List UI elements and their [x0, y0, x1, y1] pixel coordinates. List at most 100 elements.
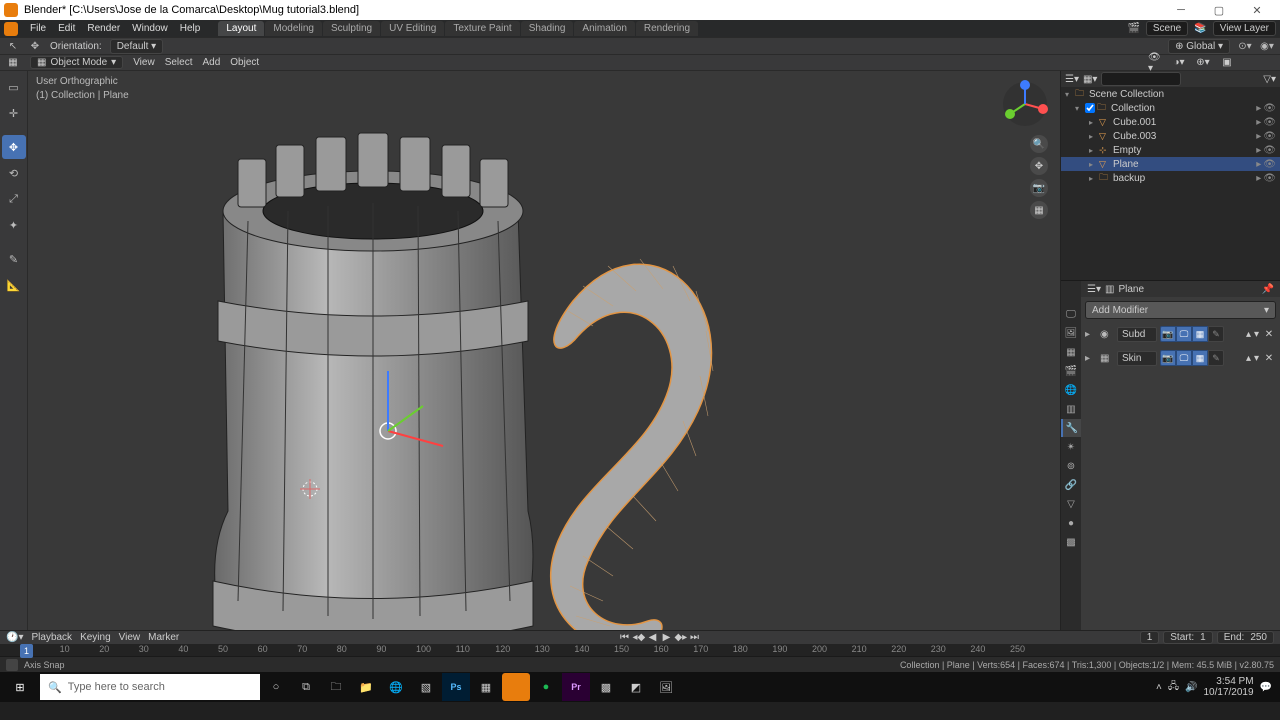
move-tool-icon[interactable]: ✥: [28, 39, 42, 53]
tab-animation[interactable]: Animation: [574, 21, 634, 36]
orientation-dropdown[interactable]: Default ▾: [110, 39, 164, 54]
explorer-icon[interactable]: 🗀: [322, 673, 350, 701]
measure-tool[interactable]: 📐: [2, 273, 26, 297]
playhead[interactable]: 1: [20, 644, 33, 658]
snap-icon[interactable]: ⊙▾: [1238, 39, 1252, 53]
tab-modifier-icon[interactable]: 🔧: [1061, 419, 1081, 437]
tab-shading[interactable]: Shading: [521, 21, 574, 36]
outliner-collection[interactable]: ▾🗀Collection ▸👁: [1061, 101, 1280, 115]
props-editor-icon[interactable]: ☰▾: [1087, 284, 1101, 295]
app2-icon[interactable]: ▧: [412, 673, 440, 701]
taskbar-search[interactable]: 🔍 Type here to search: [40, 674, 260, 700]
tab-texture-icon[interactable]: ▩: [1061, 533, 1081, 551]
app3-icon[interactable]: ▦: [472, 673, 500, 701]
hide-icon[interactable]: 👁: [1263, 103, 1276, 114]
perspective-icon[interactable]: ▦: [1030, 201, 1048, 219]
tl-keying[interactable]: Keying: [80, 632, 111, 643]
app6-icon[interactable]: 🖼: [652, 673, 680, 701]
outliner-scene-collection[interactable]: ▾🗀Scene Collection: [1061, 87, 1280, 101]
tl-marker[interactable]: Marker: [148, 632, 179, 643]
chrome-icon[interactable]: 🌐: [382, 673, 410, 701]
tab-render-icon[interactable]: 🖵: [1061, 305, 1081, 323]
menu-file[interactable]: File: [24, 23, 52, 34]
zoom-icon[interactable]: 🔍: [1030, 135, 1048, 153]
collection-checkbox[interactable]: [1085, 103, 1095, 113]
viewlayer-field[interactable]: View Layer: [1213, 21, 1276, 36]
blender-taskbar-icon[interactable]: [502, 673, 530, 701]
tab-material-icon[interactable]: ●: [1061, 514, 1081, 532]
outliner-item[interactable]: ▸▽Plane▸👁: [1061, 157, 1280, 171]
gizmo-icon[interactable]: ◑▾: [1172, 56, 1186, 70]
jump-end-icon[interactable]: ⏭: [688, 632, 700, 643]
notifications-icon[interactable]: 💬: [1260, 682, 1272, 693]
jump-start-icon[interactable]: ⏮: [618, 632, 630, 643]
tab-sculpting[interactable]: Sculpting: [323, 21, 380, 36]
timeline-editor-icon[interactable]: 🕐▾: [6, 632, 23, 643]
filter-icon[interactable]: ▽▾: [1263, 74, 1276, 85]
selectability-icon[interactable]: 👁▾: [1148, 56, 1162, 70]
menu-help[interactable]: Help: [174, 23, 207, 34]
outliner-search-input[interactable]: [1101, 72, 1181, 86]
tab-constraints-icon[interactable]: 🔗: [1061, 476, 1081, 494]
proportional-icon[interactable]: ◉▾: [1260, 39, 1274, 53]
timeline-ruler[interactable]: 1 10203040506070809010011012013014015016…: [0, 644, 1280, 656]
outliner-display-icon[interactable]: ▦▾: [1083, 74, 1097, 85]
menu-edit[interactable]: Edit: [52, 23, 81, 34]
exclude-icon[interactable]: ▸: [1256, 103, 1261, 114]
tab-scene-icon[interactable]: 🎬: [1061, 362, 1081, 380]
select-tool[interactable]: ▭: [2, 75, 26, 99]
menu-add[interactable]: Add: [202, 57, 220, 68]
tab-physics-icon[interactable]: ⊚: [1061, 457, 1081, 475]
app1-icon[interactable]: 📁: [352, 673, 380, 701]
tray-network-icon[interactable]: 🖧: [1168, 679, 1179, 696]
pan-icon[interactable]: ✥: [1030, 157, 1048, 175]
camera-icon[interactable]: 📷: [1030, 179, 1048, 197]
play-icon[interactable]: ▶: [660, 632, 672, 643]
transform-tool[interactable]: ✦: [2, 213, 26, 237]
end-frame-field[interactable]: End: 250: [1217, 631, 1274, 644]
tl-view[interactable]: View: [119, 632, 141, 643]
annotate-tool[interactable]: ✎: [2, 247, 26, 271]
start-button[interactable]: ⊞: [2, 673, 38, 701]
tab-particles-icon[interactable]: ✴: [1061, 438, 1081, 456]
tab-world-icon[interactable]: 🌐: [1061, 381, 1081, 399]
tray-chevron-icon[interactable]: ˄: [1156, 682, 1162, 693]
minimize-button[interactable]: ─: [1162, 0, 1200, 20]
move-tool[interactable]: ✥: [2, 135, 26, 159]
pin-icon[interactable]: 📌: [1262, 284, 1274, 295]
cursor-tool[interactable]: ✛: [2, 101, 26, 125]
mode-dropdown[interactable]: ▦ Object Mode ▾: [30, 56, 123, 69]
tab-output-icon[interactable]: 🖼: [1061, 324, 1081, 342]
menu-select[interactable]: Select: [165, 57, 193, 68]
app5-icon[interactable]: ◩: [622, 673, 650, 701]
cursor-tool-icon[interactable]: ↖: [6, 39, 20, 53]
maximize-button[interactable]: ▢: [1200, 0, 1238, 20]
tab-modeling[interactable]: Modeling: [265, 21, 322, 36]
menu-render[interactable]: Render: [81, 23, 126, 34]
outliner-item[interactable]: ▸▽Cube.003▸👁: [1061, 129, 1280, 143]
close-button[interactable]: ✕: [1238, 0, 1276, 20]
tab-layout[interactable]: Layout: [218, 21, 264, 36]
menu-window[interactable]: Window: [126, 23, 174, 34]
tray-volume-icon[interactable]: 🔊: [1185, 682, 1197, 693]
system-tray[interactable]: ˄ 🖧 🔊 3:54 PM 10/17/2019 💬: [1156, 676, 1278, 698]
add-modifier-dropdown[interactable]: Add Modifier▾: [1085, 301, 1276, 319]
tab-viewlayer-icon[interactable]: ▦: [1061, 343, 1081, 361]
scene-field[interactable]: Scene: [1146, 21, 1188, 36]
premiere-icon[interactable]: Pr: [562, 673, 590, 701]
keyframe-prev-icon[interactable]: ◂◆: [632, 632, 644, 643]
menu-view[interactable]: View: [133, 57, 155, 68]
start-frame-field[interactable]: Start: 1: [1163, 631, 1212, 644]
outliner-item[interactable]: ▸⊹Empty▸👁: [1061, 143, 1280, 157]
cortana-icon[interactable]: ○: [262, 673, 290, 701]
rotate-tool[interactable]: ⟲: [2, 161, 26, 185]
tab-object-icon[interactable]: ▥: [1061, 400, 1081, 418]
xray-icon[interactable]: ▣: [1220, 56, 1234, 70]
transform-space-dropdown[interactable]: ⊕ Global ▾: [1168, 39, 1230, 54]
tab-uv-editing[interactable]: UV Editing: [381, 21, 444, 36]
spotify-icon[interactable]: ●: [532, 673, 560, 701]
tab-texture-paint[interactable]: Texture Paint: [445, 21, 519, 36]
menu-object[interactable]: Object: [230, 57, 259, 68]
tab-rendering[interactable]: Rendering: [636, 21, 698, 36]
outliner-editor-icon[interactable]: ☰▾: [1065, 74, 1079, 85]
